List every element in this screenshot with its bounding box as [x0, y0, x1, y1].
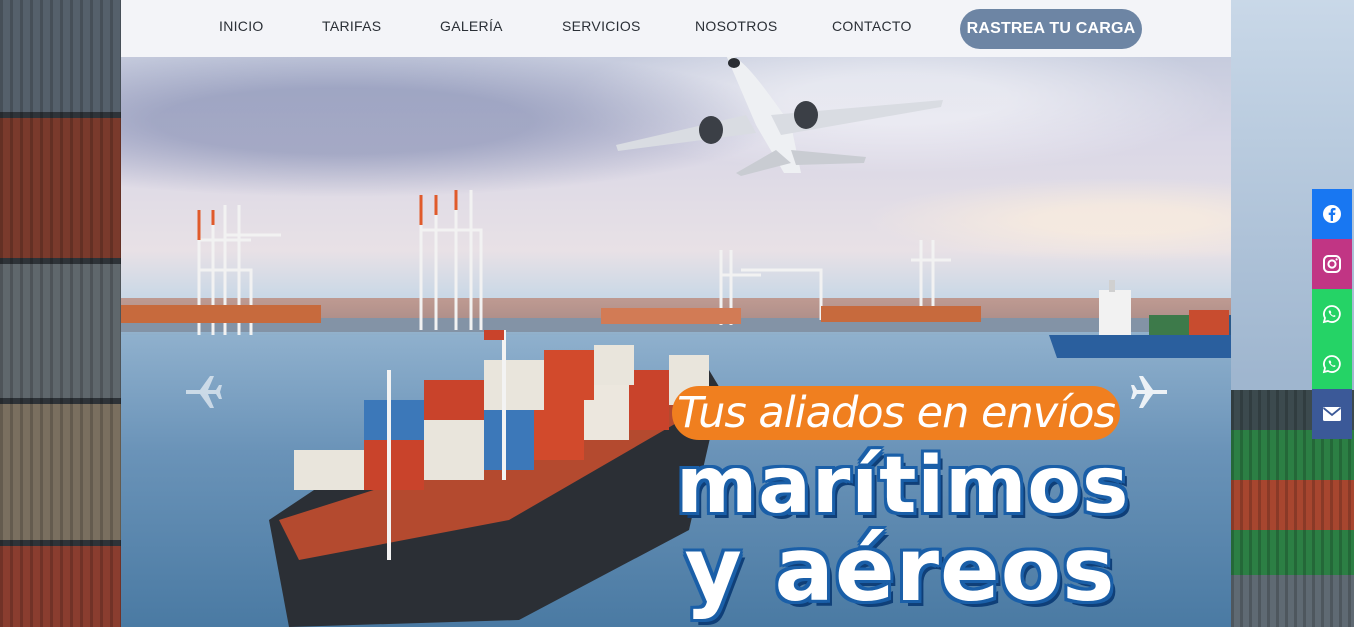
social-whatsapp-2[interactable]: [1312, 339, 1352, 389]
track-cargo-button[interactable]: RASTREA TU CARGA: [960, 9, 1142, 49]
airplane-right-icon[interactable]: [1129, 372, 1169, 412]
email-icon: [1322, 407, 1342, 421]
facebook-icon: [1323, 205, 1341, 223]
cargo-ship-small-image: [1049, 280, 1231, 358]
nav-item-tarifas[interactable]: TARIFAS: [322, 18, 381, 34]
social-instagram[interactable]: [1312, 239, 1352, 289]
nav-item-nosotros[interactable]: NOSOTROS: [695, 18, 778, 34]
whatsapp-icon: [1322, 305, 1341, 324]
airplane-image: [616, 55, 943, 176]
instagram-icon: [1323, 255, 1341, 273]
nav-item-inicio[interactable]: INICIO: [219, 18, 264, 34]
airplane-left-icon[interactable]: [184, 372, 224, 412]
social-whatsapp-1[interactable]: [1312, 289, 1352, 339]
nav-item-contacto[interactable]: CONTACTO: [832, 18, 912, 34]
hero-headline-line2: y aéreos: [684, 518, 1116, 621]
social-email[interactable]: [1312, 389, 1352, 439]
nav-item-galeria[interactable]: GALERÍA: [440, 18, 503, 34]
cargo-ship-image: [269, 330, 721, 627]
whatsapp-icon: [1322, 355, 1341, 374]
social-facebook[interactable]: [1312, 189, 1352, 239]
top-navbar: INICIO TARIFAS GALERÍA SERVICIOS NOSOTRO…: [121, 0, 1231, 57]
left-container-background: [0, 0, 121, 627]
hero-tagline: Tus aliados en envíos: [677, 388, 1116, 438]
nav-item-servicios[interactable]: SERVICIOS: [562, 18, 641, 34]
